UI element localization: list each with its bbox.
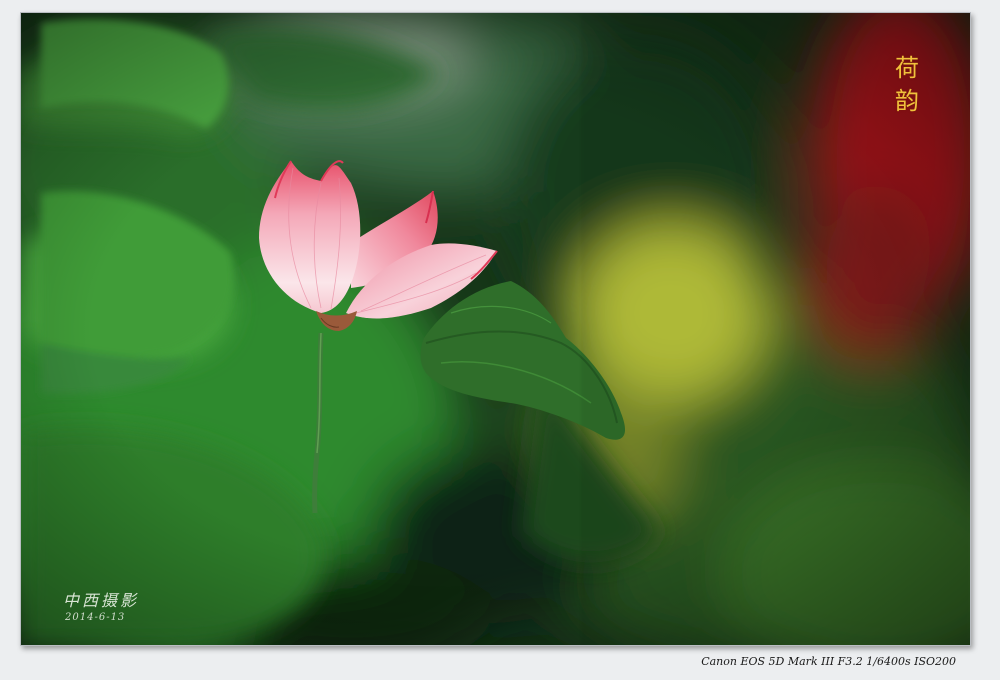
photographer-signature: 中西摄影	[63, 591, 140, 610]
exif-caption: Canon EOS 5D Mark III F3.2 1/6400s ISO20…	[701, 655, 956, 668]
title-char-2: 韵	[895, 87, 919, 115]
title-char-1: 荷	[895, 54, 919, 82]
photo-date: 2014-6-13	[65, 612, 126, 623]
photo-frame: 荷 韵 中西摄影 2014-6-13	[20, 12, 971, 646]
lotus-photo	[21, 13, 970, 645]
